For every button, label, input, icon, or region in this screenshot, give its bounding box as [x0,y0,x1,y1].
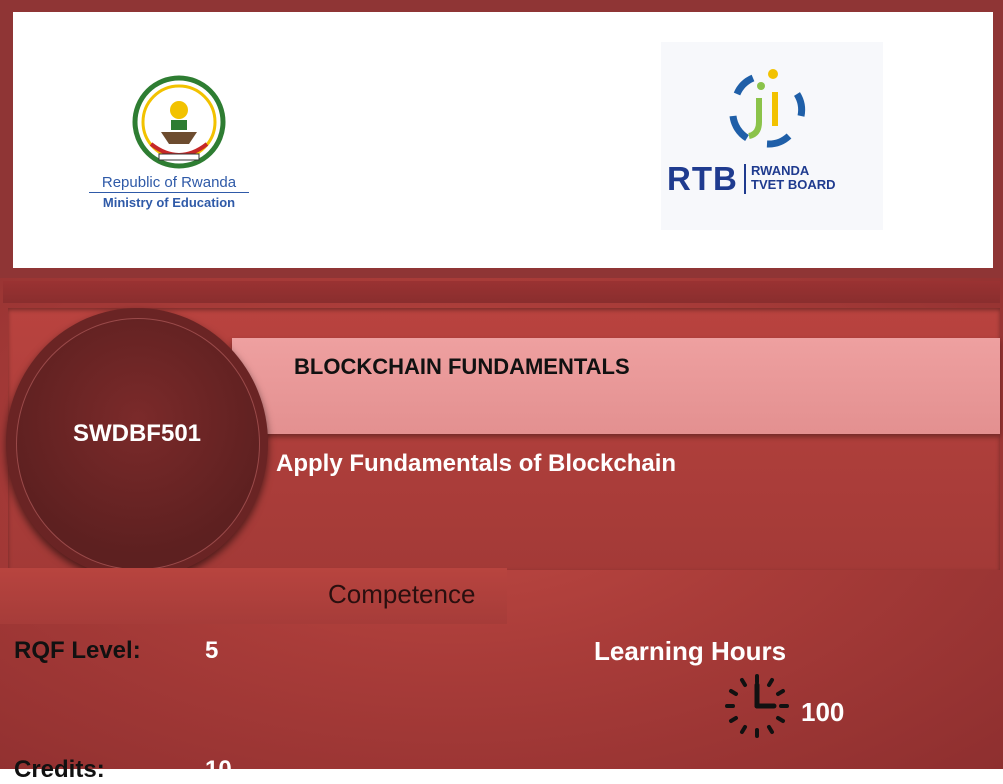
header-frame: Republic of Rwanda Ministry of Education… [0,0,1003,278]
title-band: BLOCKCHAIN FUNDAMENTALS [232,338,1000,434]
country-name: Republic of Rwanda [89,174,249,193]
credits-value: 10 [205,756,232,783]
learning-hours-value: 100 [801,697,845,727]
rqf-level-label: RQF Level: [14,637,141,664]
module-title: BLOCKCHAIN FUNDAMENTALS [294,354,630,379]
clock-icon [725,674,789,738]
rwanda-coat-of-arms-icon [132,75,226,169]
credits-label: Credits: [14,756,105,783]
module-subtitle: Apply Fundamentals of Blockchain [276,450,677,477]
competence-label: Competence [328,579,476,609]
header-logos: Republic of Rwanda Ministry of Education… [13,12,993,268]
rqf-level-value: 5 [205,637,219,664]
logo-divider [744,164,746,194]
competence-bar: Competence [0,568,507,624]
learning-hours-label: Learning Hours [594,636,787,666]
module-banner: BLOCKCHAIN FUNDAMENTALS Apply Fundamenta… [0,278,1003,783]
banner-top-strip [3,281,1000,303]
module-code: SWDBF501 [72,420,202,447]
rtb-brand: RTB [667,160,738,197]
rtb-subtitle: RWANDA TVET BOARD [751,164,836,192]
rtb-logo: RTB RWANDA TVET BOARD [661,42,883,230]
ministry-logo: Republic of Rwanda Ministry of Education [87,68,249,228]
module-code-badge: SWDBF501 [6,308,268,578]
ministry-name: Ministry of Education [102,195,236,210]
rtb-sub-line1: RWANDA [751,163,810,178]
rtb-sub-line2: TVET BOARD [751,177,836,192]
rtb-gear-logo-icon [729,69,806,148]
